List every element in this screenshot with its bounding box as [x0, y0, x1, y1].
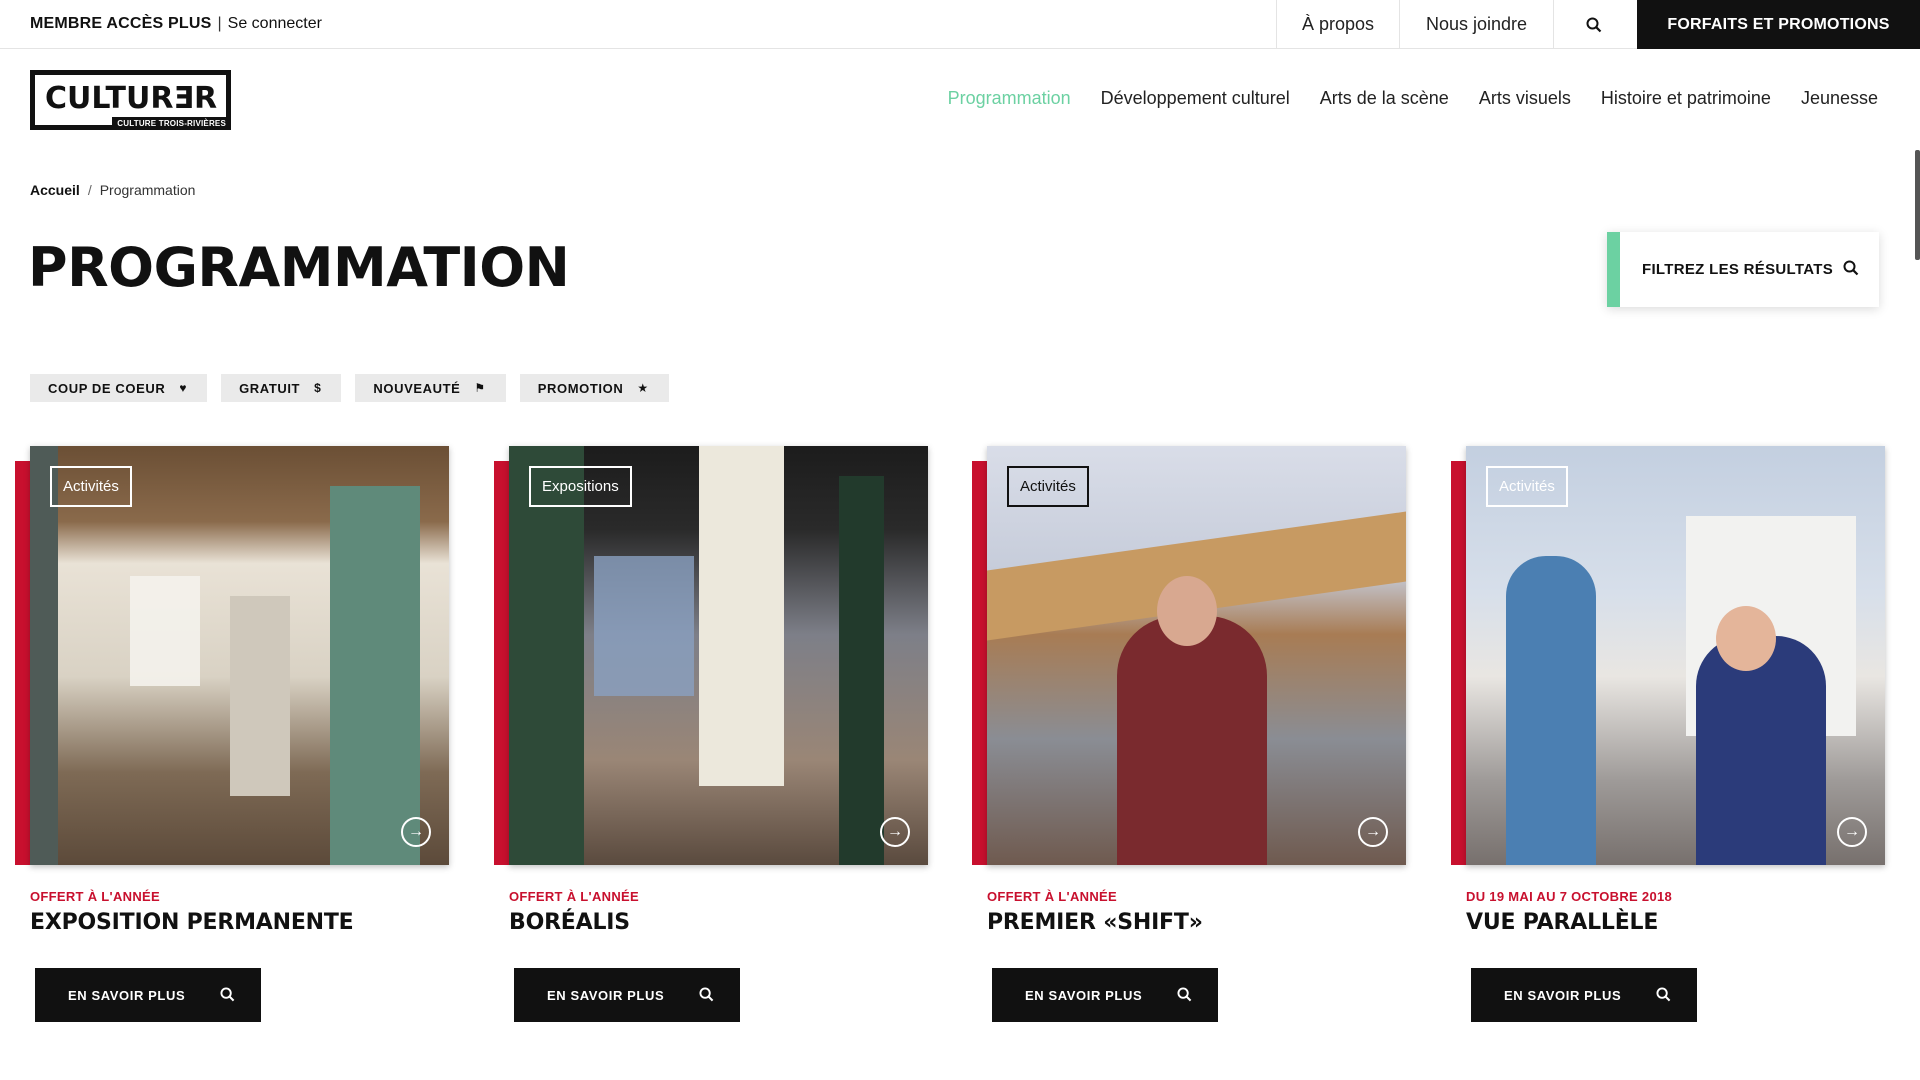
card-image[interactable]: Activités → [30, 446, 449, 865]
breadcrumb-separator: / [87, 182, 92, 198]
search-button[interactable] [1553, 0, 1633, 49]
arrow-right-icon[interactable]: → [1837, 817, 1867, 847]
heart-icon: ♥ [179, 381, 188, 395]
button-label: EN SAVOIR PLUS [1504, 987, 1622, 1003]
card-accent-bar [972, 461, 988, 865]
logo-subtitle: CULTURE TROIS-RIVIÈRES [112, 117, 231, 130]
login-link[interactable]: Se connecter [228, 15, 322, 32]
card-accent-bar [1451, 461, 1467, 865]
nav-programmation[interactable]: Programmation [948, 88, 1071, 109]
card-title[interactable]: PREMIER «SHIFT» [987, 910, 1203, 935]
category-badge: Expositions [529, 466, 632, 507]
filter-label: FILTREZ LES RÉSULTATS [1642, 261, 1834, 278]
category-badge: Activités [50, 466, 132, 507]
tag-promotion[interactable]: PROMOTION ★ [516, 374, 669, 402]
search-icon [1656, 987, 1671, 1002]
learn-more-button[interactable]: EN SAVOIR PLUS [988, 968, 1218, 1022]
card-date: OFFERT À L'ANNÉE [509, 889, 639, 904]
nav-arts-visuels[interactable]: Arts visuels [1479, 88, 1571, 109]
member-access-link[interactable]: MEMBRE ACCÈS PLUS [30, 15, 212, 32]
nav-histoire-patrimoine[interactable]: Histoire et patrimoine [1601, 88, 1771, 109]
learn-more-button[interactable]: EN SAVOIR PLUS [31, 968, 261, 1022]
search-icon [1843, 260, 1859, 276]
button-label: EN SAVOIR PLUS [1025, 987, 1143, 1003]
card-date: OFFERT À L'ANNÉE [30, 889, 160, 904]
card-accent-bar [15, 461, 31, 865]
card-date: OFFERT À L'ANNÉE [987, 889, 1117, 904]
nav-jeunesse[interactable]: Jeunesse [1801, 88, 1878, 109]
filter-results-button[interactable]: FILTREZ LES RÉSULTATS [1607, 232, 1879, 307]
search-icon [1586, 17, 1601, 32]
search-icon [220, 987, 235, 1002]
card-title[interactable]: VUE PARALLÈLE [1466, 910, 1658, 935]
site-logo[interactable]: CULTURƎR CULTURE TROIS-RIVIÈRES [30, 70, 231, 130]
category-badge: Activités [1007, 466, 1089, 507]
search-icon [699, 987, 714, 1002]
star-icon: ★ [637, 381, 649, 395]
dollar-icon: $ [314, 381, 322, 395]
card-image[interactable]: Activités → [987, 446, 1406, 865]
tag-label: COUP DE COEUR [48, 380, 166, 396]
member-links: MEMBRE ACCÈS PLUS | Se connecter [30, 15, 322, 33]
card-image[interactable]: Activités → [1466, 446, 1885, 865]
button-label: EN SAVOIR PLUS [68, 987, 186, 1003]
tag-gratuit[interactable]: GRATUIT $ [218, 374, 342, 402]
tag-label: GRATUIT [239, 380, 301, 396]
tag-filters: COUP DE COEUR ♥ GRATUIT $ NOUVEAUTÉ ⚑ PROMO… [26, 374, 669, 402]
breadcrumb-home[interactable]: Accueil [30, 182, 80, 198]
breadcrumb-current: Programmation [99, 182, 196, 198]
button-label: EN SAVOIR PLUS [547, 987, 665, 1003]
page-scrollbar[interactable] [1915, 150, 1920, 260]
card-date: DU 19 MAI AU 7 OCTOBRE 2018 [1466, 889, 1673, 904]
card-title[interactable]: EXPOSITION PERMANENTE [30, 910, 354, 935]
contact-link[interactable]: Nous joindre [1399, 0, 1553, 49]
learn-more-button[interactable]: EN SAVOIR PLUS [510, 968, 740, 1022]
tag-label: PROMOTION [537, 380, 624, 396]
arrow-right-icon[interactable]: → [1358, 817, 1388, 847]
member-separator: | [217, 15, 222, 32]
search-icon [1177, 987, 1192, 1002]
learn-more-button[interactable]: EN SAVOIR PLUS [1467, 968, 1697, 1022]
main-navigation: Programmation Développement culturel Art… [948, 88, 1878, 109]
category-badge: Activités [1486, 466, 1568, 507]
tag-coup-de-coeur[interactable]: COUP DE COEUR ♥ [26, 374, 208, 402]
flag-icon: ⚑ [474, 381, 486, 395]
page-title: PROGRAMMATION [28, 236, 570, 299]
tag-label: NOUVEAUTÉ [373, 380, 461, 396]
about-link[interactable]: À propos [1276, 0, 1399, 49]
breadcrumb: Accueil / Programmation [30, 182, 195, 198]
nav-arts-de-la-scene[interactable]: Arts de la scène [1320, 88, 1449, 109]
card-title[interactable]: BORÉALIS [509, 910, 630, 935]
card-accent-bar [494, 461, 510, 865]
promotions-button[interactable]: FORFAITS ET PROMOTIONS [1633, 0, 1920, 49]
card-image[interactable]: Expositions → [509, 446, 928, 865]
arrow-right-icon[interactable]: → [880, 817, 910, 847]
logo-wordmark: CULTURƎR [45, 81, 218, 116]
arrow-right-icon[interactable]: → [401, 817, 431, 847]
tag-nouveaute[interactable]: NOUVEAUTÉ ⚑ [352, 374, 506, 402]
top-utility-bar: MEMBRE ACCÈS PLUS | Se connecter À propos … [0, 0, 1920, 49]
nav-developpement-culturel[interactable]: Développement culturel [1101, 88, 1290, 109]
